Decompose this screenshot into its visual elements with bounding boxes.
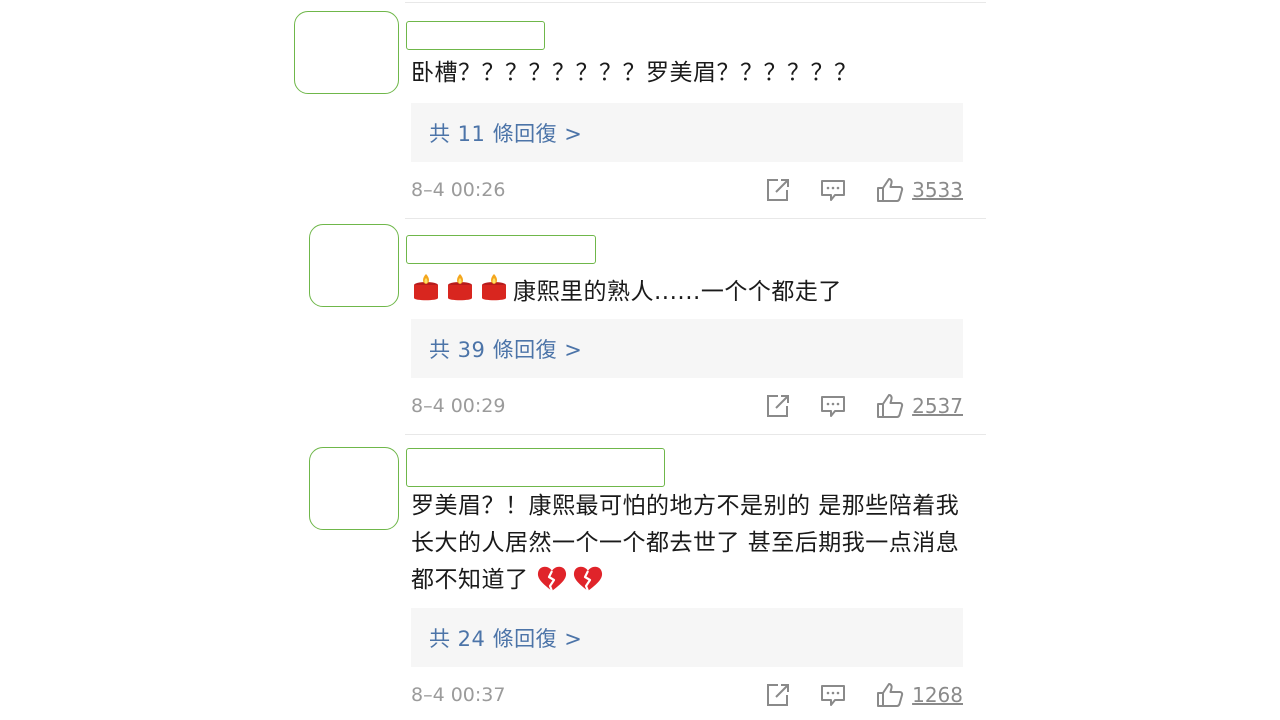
candle-emoji bbox=[479, 272, 509, 316]
divider bbox=[405, 218, 986, 219]
view-replies-button[interactable]: 共 39 條回復 > bbox=[411, 319, 963, 378]
username-placeholder[interactable] bbox=[406, 448, 665, 487]
comment-text: 康熙里的熟人......一个个都走了 bbox=[411, 272, 963, 316]
candle-emoji bbox=[411, 272, 441, 316]
comment-icon[interactable] bbox=[819, 681, 847, 709]
avatar[interactable] bbox=[294, 11, 399, 94]
reply-count-label[interactable]: 共 11 條回復 > bbox=[429, 118, 582, 148]
candle-emoji bbox=[445, 272, 475, 316]
timestamp: 8–4 00:37 bbox=[411, 684, 506, 706]
comment-text-content: 康熙里的熟人......一个个都走了 bbox=[513, 279, 842, 305]
divider bbox=[405, 434, 986, 435]
like-count[interactable]: 2537 bbox=[912, 394, 963, 418]
share-icon[interactable] bbox=[764, 681, 792, 709]
avatar[interactable] bbox=[309, 447, 399, 530]
thumbs-up-icon[interactable] bbox=[876, 176, 904, 204]
comment-icon[interactable] bbox=[819, 392, 847, 420]
view-replies-button[interactable]: 共 24 條回復 > bbox=[411, 608, 963, 667]
share-icon[interactable] bbox=[764, 392, 792, 420]
username-placeholder[interactable] bbox=[406, 21, 545, 50]
comment-meta: 8–4 00:29 2537 bbox=[411, 389, 963, 423]
thumbs-up-icon[interactable] bbox=[876, 681, 904, 709]
view-replies-button[interactable]: 共 11 條回復 > bbox=[411, 103, 963, 162]
comment-thread: 卧槽？？？？？？？？罗美眉？？？？？？ 共 11 條回復 > 8–4 00:26… bbox=[0, 0, 1280, 720]
comment-meta: 8–4 00:26 3533 bbox=[411, 173, 963, 207]
like-count[interactable]: 3533 bbox=[912, 178, 963, 202]
comment-meta: 8–4 00:37 1268 bbox=[411, 678, 963, 712]
broken-heart-emoji bbox=[572, 564, 604, 604]
comment-text: 罗美眉？！康熙最可怕的地方不是别的 是那些陪着我长大的人居然一个一个都去世了 甚… bbox=[411, 488, 963, 604]
broken-heart-emoji bbox=[536, 564, 568, 604]
reply-count-label[interactable]: 共 24 條回復 > bbox=[429, 623, 582, 653]
timestamp: 8–4 00:29 bbox=[411, 395, 506, 417]
avatar[interactable] bbox=[309, 224, 399, 307]
thumbs-up-icon[interactable] bbox=[876, 392, 904, 420]
comment-text-content: 卧槽？？？？？？？？罗美眉？？？？？？ bbox=[411, 60, 858, 86]
comment-icon[interactable] bbox=[819, 176, 847, 204]
reply-count-label[interactable]: 共 39 條回復 > bbox=[429, 334, 582, 364]
comment-text-content: 罗美眉？！康熙最可怕的地方不是别的 是那些陪着我长大的人居然一个一个都去世了 甚… bbox=[411, 493, 960, 593]
comment-text: 卧槽？？？？？？？？罗美眉？？？？？？ bbox=[411, 55, 963, 92]
share-icon[interactable] bbox=[764, 176, 792, 204]
divider bbox=[405, 2, 986, 3]
like-count[interactable]: 1268 bbox=[912, 683, 963, 707]
timestamp: 8–4 00:26 bbox=[411, 179, 506, 201]
username-placeholder[interactable] bbox=[406, 235, 596, 264]
